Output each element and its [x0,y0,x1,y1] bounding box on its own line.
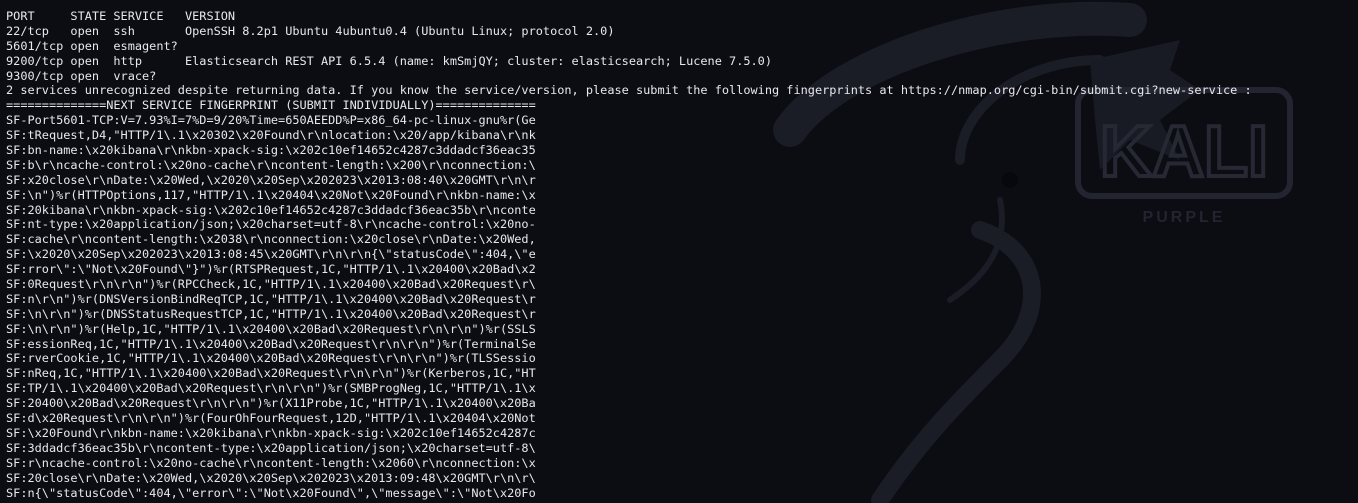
terminal-line: ==============NEXT SERVICE FINGERPRINT (… [6,98,536,113]
terminal-line: SF:20400\x20Bad\x20Request\r\n\r\n")%r(X… [6,396,536,411]
terminal-window[interactable]: KALI PURPLE PORT STATE SERVICE VERSION 22… [0,0,1358,503]
terminal-line: SF:3ddadcf36eac35b\r\ncontent-type:\x20a… [6,440,536,455]
terminal-line: SF:x20close\r\nDate:\x20Wed,\x2020\x20Se… [6,172,536,187]
terminal-line: SF:n\r\n")%r(DNSVersionBindReqTCP,1C,"HT… [6,291,536,306]
terminal-line: PORT STATE SERVICE VERSION [6,9,236,23]
terminal-line: SF:\n\r\n")%r(Help,1C,"HTTP/1\.1\x20400\… [6,321,536,336]
terminal-line: SF:n{\"statusCode\":404,\"error\":\"Not\… [6,485,536,500]
terminal-output[interactable]: PORT STATE SERVICE VERSION 22/tcp open ss… [6,9,1252,500]
terminal-line: SF:b\r\ncache-control:\x20no-cache\r\nco… [6,157,536,172]
terminal-line: SF:r\ncache-control:\x20no-cache\r\ncont… [6,455,536,470]
terminal-line: 22/tcp open ssh OpenSSH 8.2p1 Ubuntu 4ub… [6,23,615,38]
terminal-line: 2 services unrecognized despite returnin… [6,83,1252,98]
terminal-line: SF:\x20Found\r\nkbn-name:\x20kibana\r\nk… [6,425,536,440]
terminal-line: SF:TP/1\.1\x20400\x20Bad\x20Request\r\n\… [6,381,536,396]
terminal-line: SF:20kibana\r\nkbn-xpack-sig:\x202c10ef1… [6,202,536,217]
terminal-line: SF:nt-type:\x20application/json;\x20char… [6,217,536,232]
terminal-line: SF:essionReq,1C,"HTTP/1\.1\x20400\x20Bad… [6,336,536,351]
terminal-line: SF:nReq,1C,"HTTP/1\.1\x20400\x20Bad\x20R… [6,366,536,381]
terminal-line: SF:20close\r\nDate:\x20Wed,\x2020\x20Sep… [6,470,536,485]
terminal-line: SF:bn-name:\x20kibana\r\nkbn-xpack-sig:\… [6,143,536,158]
terminal-line: 9300/tcp open vrace? [6,68,157,83]
terminal-line: SF:\n\r\n")%r(DNSStatusRequestTCP,1C,"HT… [6,306,536,321]
terminal-line: SF-Port5601-TCP:V=7.93%I=7%D=9/20%Time=6… [6,113,536,128]
terminal-line: SF:rverCookie,1C,"HTTP/1\.1\x20400\x20Ba… [6,351,536,366]
terminal-line: SF:tRequest,D4,"HTTP/1\.1\x20302\x20Foun… [6,128,536,143]
terminal-line: SF:rror\":\"Not\x20Found\"}")%r(RTSPRequ… [6,262,536,277]
terminal-line: 5601/tcp open esmagent? [6,38,178,53]
terminal-line: SF:cache\r\ncontent-length:\x2038\r\ncon… [6,232,536,247]
terminal-line: SF:\n")%r(HTTPOptions,117,"HTTP/1\.1\x20… [6,187,536,202]
terminal-line: 9200/tcp open http Elasticsearch REST AP… [6,53,772,68]
terminal-line: SF:0Request\r\n\r\n")%r(RPCCheck,1C,"HTT… [6,277,536,292]
terminal-line: SF:d\x20Request\r\n\r\n")%r(FourOhFourRe… [6,411,536,426]
terminal-line: SF:\x2020\x20Sep\x202023\x2013:08:45\x20… [6,247,536,262]
